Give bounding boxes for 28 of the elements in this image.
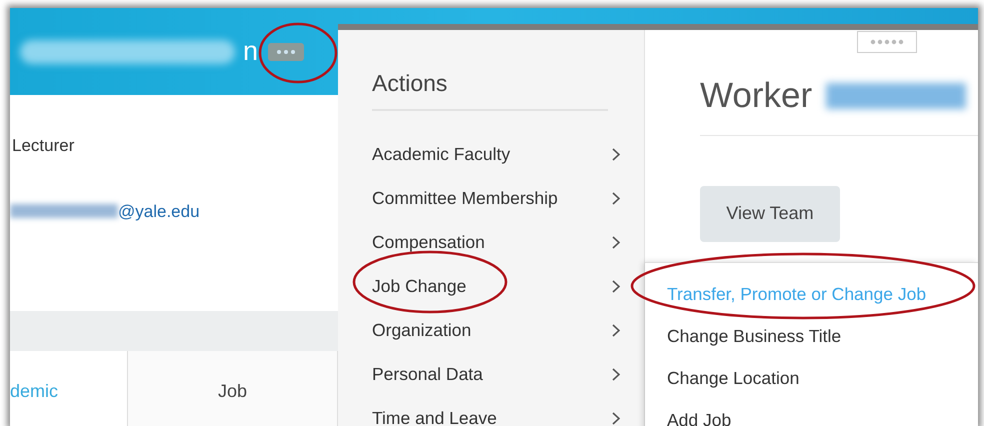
submenu-item[interactable]: Change Business Title	[667, 315, 842, 357]
panel-title: Worker	[700, 75, 812, 117]
menu-item[interactable]: Job Change	[372, 264, 620, 308]
submenu-item[interactable]: Change Location	[667, 357, 800, 399]
chevron-right-icon	[612, 324, 620, 337]
chevron-right-icon	[612, 368, 620, 381]
chevron-right-icon	[612, 280, 620, 293]
tab[interactable]: Job	[128, 351, 338, 426]
menu-item[interactable]: Committee Membership	[372, 176, 620, 220]
employee-name: n	[243, 35, 258, 68]
dots-icon	[276, 48, 296, 54]
email-link[interactable]: @yale.edu	[118, 198, 200, 224]
chevron-right-icon	[612, 236, 620, 249]
drag-handle[interactable]	[857, 31, 917, 53]
view-team-button[interactable]: View Team	[700, 186, 840, 242]
menu-item[interactable]: Personal Data	[372, 352, 620, 396]
dots-icon	[870, 39, 904, 45]
chevron-right-icon	[612, 192, 620, 205]
submenu-item[interactable]: Add Job	[667, 399, 732, 426]
menu-item[interactable]: Time and Leave	[372, 396, 620, 426]
chevron-right-icon	[612, 148, 620, 161]
more-button[interactable]	[268, 42, 304, 60]
chevron-right-icon	[612, 412, 620, 425]
menu-item[interactable]: Academic Faculty	[372, 132, 620, 176]
menu-item[interactable]: Organization	[372, 308, 620, 352]
menu-title: Actions	[372, 66, 608, 110]
job-title: Lecturer	[11, 135, 76, 157]
menu-item[interactable]: Compensation	[372, 220, 620, 264]
